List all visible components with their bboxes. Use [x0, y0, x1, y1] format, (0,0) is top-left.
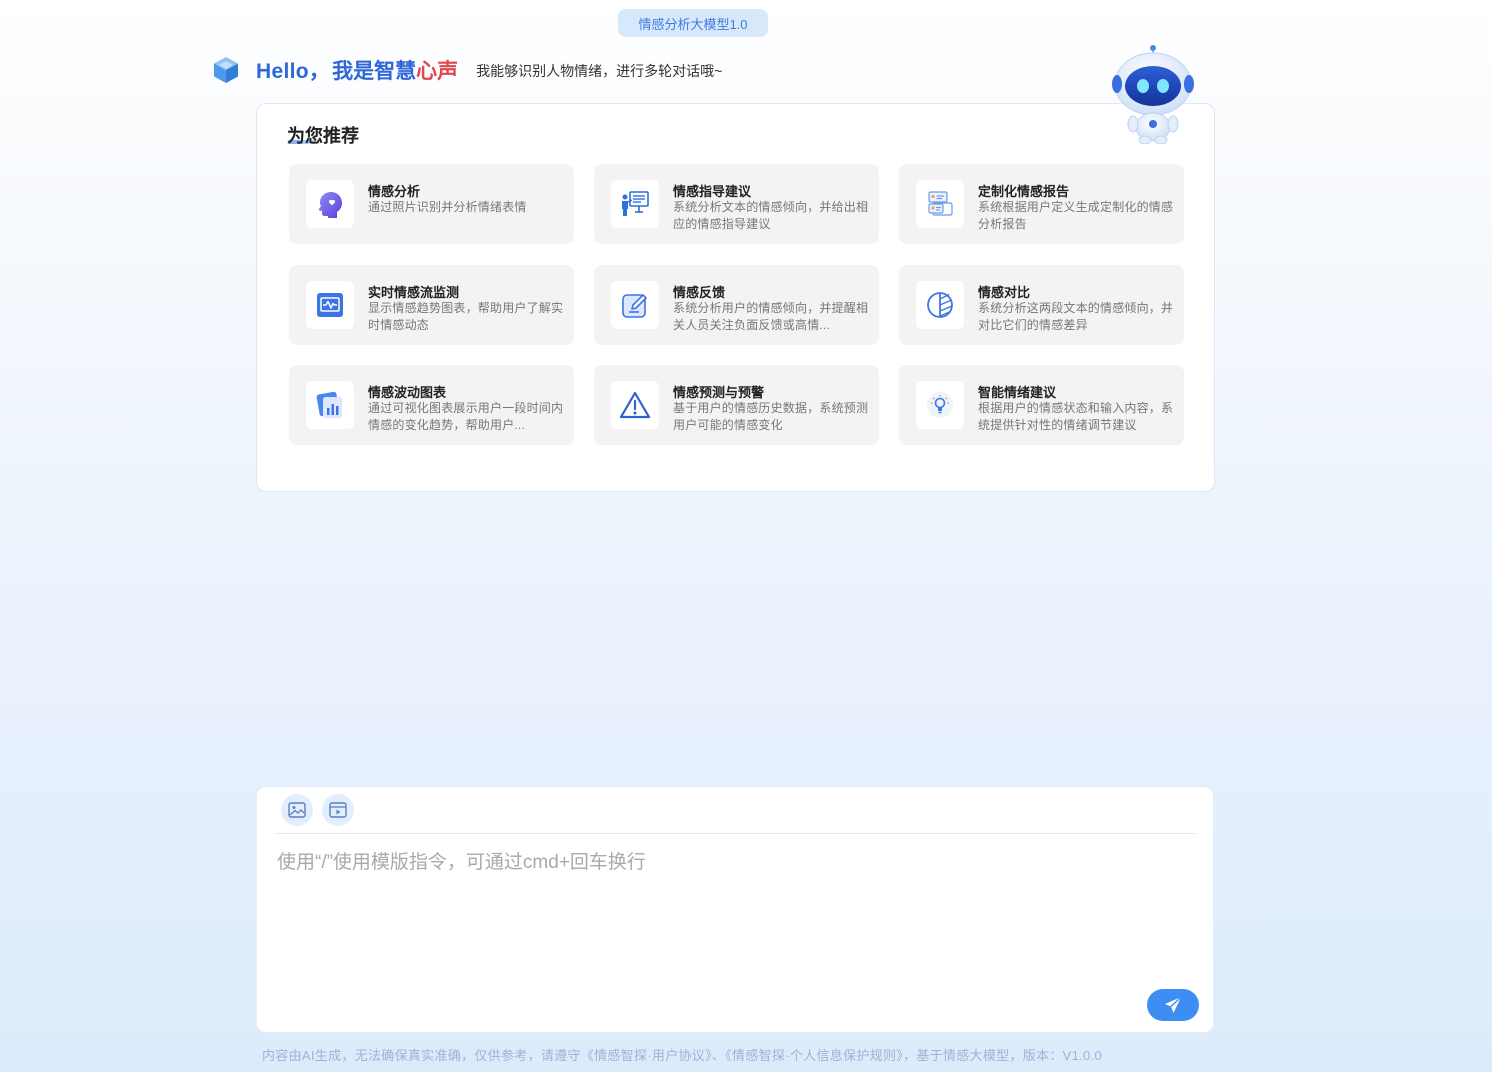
upload-image-button[interactable] [281, 794, 313, 826]
header: Hello， 我是智慧心声 我能够识别人物情绪，进行多轮对话哦~ [210, 52, 722, 88]
recommend-tile-emotion-feedback[interactable]: 情感反馈 系统分析用户的情感倾向，并提醒相关人员关注负面反馈或高情... [594, 265, 879, 345]
composer [256, 786, 1214, 1033]
face-profile-icon [306, 180, 354, 228]
recommend-tile-prediction-warning[interactable]: 情感预测与预警 基于用户的情感历史数据，系统预测用户可能的情感变化 [594, 365, 879, 445]
tile-desc: 基于用户的情感历史数据，系统预测用户可能的情感变化 [673, 401, 869, 432]
bar-chart-card-icon [306, 381, 354, 429]
tile-desc: 系统分析用户的情感倾向，并提醒相关人员关注负面反馈或高情... [673, 301, 869, 332]
recommend-card: 为您推荐 情感分析 通过照片识别并分析情绪表情 情感指导建议 系统分析文本的情感… [256, 103, 1215, 492]
recommend-tile-emotion-compare[interactable]: 情感对比 系统分析这两段文本的情感倾向，并对比它们的情感差异 [899, 265, 1184, 345]
tile-title: 情感波动图表 [368, 385, 447, 400]
brand-end: 心声 [416, 60, 459, 83]
tile-desc: 通过照片识别并分析情绪表情 [368, 200, 527, 214]
recommend-tile-smart-suggestion[interactable]: 智能情绪建议 根据用户的情感状态和输入内容，系统提供针对性的情绪调节建议 [899, 365, 1184, 445]
compare-circle-icon [916, 281, 964, 329]
tile-desc: 系统根据用户定义生成定制化的情感分析报告 [978, 200, 1174, 231]
tile-desc: 系统分析这两段文本的情感倾向，并对比它们的情感差异 [978, 301, 1174, 332]
recommend-tile-realtime-monitor[interactable]: 实时情感流监测 显示情感趋势图表，帮助用户了解实时情感动态 [289, 265, 574, 345]
recommend-tile-fluctuation-chart[interactable]: 情感波动图表 通过可视化图表展示用户一段时间内情感的变化趋势，帮助用户... [289, 365, 574, 445]
video-icon [329, 802, 347, 818]
tile-desc: 通过可视化图表展示用户一段时间内情感的变化趋势，帮助用户... [368, 401, 564, 432]
recommend-title: 为您推荐 [287, 126, 359, 146]
tile-title: 情感分析 [368, 184, 421, 199]
tagline: 我能够识别人物情绪，进行多轮对话哦~ [476, 63, 723, 79]
brand-name: 我是智慧心声 [332, 55, 458, 85]
version-badge: 情感分析大模型1.0 [618, 9, 768, 37]
tile-title: 情感反馈 [673, 285, 726, 300]
warning-triangle-icon [611, 381, 659, 429]
hello-text: Hello， [256, 60, 331, 83]
tile-title: 定制化情感报告 [978, 184, 1070, 199]
tile-title: 智能情绪建议 [978, 385, 1057, 400]
chat-input[interactable] [277, 847, 1177, 967]
brand-mid: 智慧 [374, 60, 417, 83]
edit-square-icon [611, 281, 659, 329]
tile-desc: 显示情感趋势图表，帮助用户了解实时情感动态 [368, 301, 564, 332]
pulse-monitor-icon [306, 281, 354, 329]
composer-divider [275, 833, 1196, 834]
recommend-tile-emotion-analysis[interactable]: 情感分析 通过照片识别并分析情绪表情 [289, 164, 574, 244]
brand-prefix: 我是 [332, 60, 375, 83]
tile-desc: 根据用户的情感状态和输入内容，系统提供针对性的情绪调节建议 [978, 401, 1174, 432]
lightbulb-icon [916, 381, 964, 429]
report-cards-icon [916, 180, 964, 228]
tile-title: 情感预测与预警 [673, 385, 765, 400]
send-icon [1165, 996, 1182, 1013]
tile-desc: 系统分析文本的情感倾向，并给出相应的情感指导建议 [673, 200, 869, 231]
upload-video-button[interactable] [322, 794, 354, 826]
recommend-tile-emotion-guidance[interactable]: 情感指导建议 系统分析文本的情感倾向，并给出相应的情感指导建议 [594, 164, 879, 244]
footer-disclaimer: 内容由AI生成，无法确保真实准确，仅供参考，请遵守《情感智探·用户协议》、《情感… [262, 1048, 1103, 1063]
tile-title: 情感指导建议 [673, 184, 752, 199]
image-icon [288, 802, 306, 818]
presentation-icon [611, 180, 659, 228]
robot-mascot-icon [1112, 45, 1194, 144]
tile-title: 实时情感流监测 [368, 285, 460, 300]
cube-logo-icon [214, 57, 238, 83]
recommend-tile-custom-report[interactable]: 定制化情感报告 系统根据用户定义生成定制化的情感分析报告 [899, 164, 1184, 244]
send-button[interactable] [1147, 989, 1199, 1021]
tile-title: 情感对比 [978, 285, 1031, 300]
